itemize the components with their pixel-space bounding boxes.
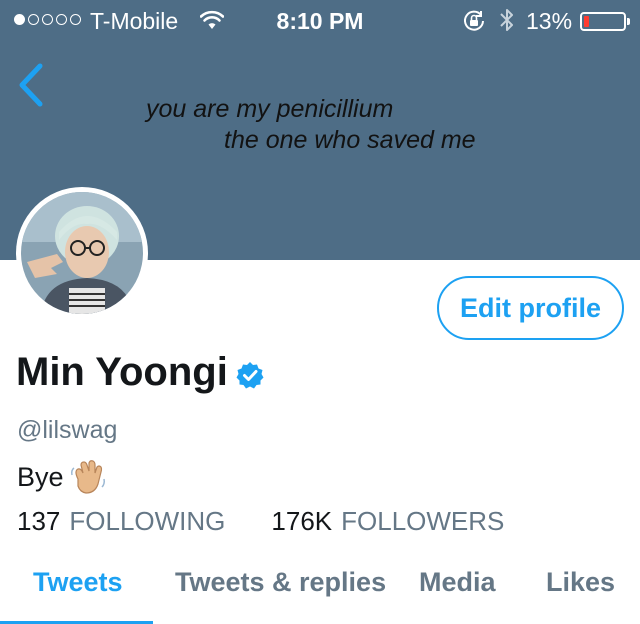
battery-icon: [580, 12, 630, 31]
battery-nub: [627, 18, 630, 25]
edit-profile-button[interactable]: Edit profile: [437, 276, 624, 340]
tab-label: Tweets & replies: [175, 567, 387, 597]
following-stat[interactable]: 137 FOLLOWING: [17, 506, 225, 537]
profile-tabs: Tweets Tweets & replies Media Likes: [0, 566, 640, 624]
tab-media[interactable]: Media: [393, 566, 518, 624]
banner-text-line1: you are my penicillium: [146, 95, 394, 123]
user-handle: @lilswag: [17, 416, 118, 444]
status-bar: T-Mobile 8:10 PM 13%: [0, 0, 640, 40]
tab-likes[interactable]: Likes: [518, 566, 640, 624]
tab-tweets-replies[interactable]: Tweets & replies: [153, 566, 393, 624]
followers-stat[interactable]: 176K FOLLOWERS: [271, 506, 504, 537]
following-label: FOLLOWING: [69, 506, 226, 536]
tab-label: Likes: [546, 567, 616, 597]
tab-tweets[interactable]: Tweets: [0, 566, 153, 624]
tab-label: Media: [419, 567, 496, 597]
verified-badge-icon: [236, 361, 264, 388]
followers-count: 176K: [271, 506, 333, 536]
battery-percent: 13%: [526, 8, 573, 34]
bio: Bye: [17, 457, 108, 497]
display-name-row: Min Yoongi: [16, 350, 264, 395]
profile-stats: 137 FOLLOWING 176K FOLLOWERS: [17, 506, 504, 537]
avatar-image: [21, 192, 143, 314]
following-count: 137: [17, 506, 61, 536]
waving-hand-icon: [70, 460, 105, 494]
banner-text-line2: the one who saved me: [224, 126, 476, 154]
bio-text: Bye: [17, 461, 64, 492]
bluetooth-icon: [500, 9, 513, 31]
rotation-lock-icon: [464, 10, 484, 31]
battery-level-fill: [584, 16, 589, 27]
display-name: Min Yoongi: [16, 350, 228, 394]
followers-label: FOLLOWERS: [341, 506, 505, 536]
tab-label: Tweets: [33, 567, 123, 597]
profile-avatar[interactable]: [16, 187, 148, 319]
back-chevron-icon[interactable]: [14, 62, 46, 108]
